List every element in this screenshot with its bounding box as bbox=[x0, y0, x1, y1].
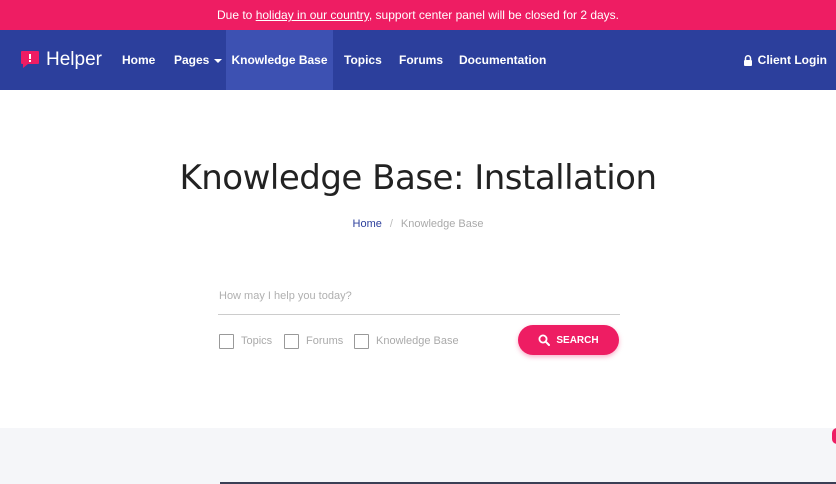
page-title: Knowledge Base: Installation bbox=[179, 158, 657, 198]
checkbox-box[interactable] bbox=[284, 333, 299, 349]
announcement-suffix: , support center panel will be closed fo… bbox=[368, 8, 620, 22]
speech-bubble-icon bbox=[21, 51, 39, 68]
chevron-down-icon bbox=[214, 58, 223, 63]
filter-knowledge-base-label: Knowledge Base bbox=[376, 335, 459, 347]
filter-topics-label: Topics bbox=[241, 335, 273, 347]
nav-pages-label: Pages bbox=[174, 53, 210, 67]
search-button-label: SEARCH bbox=[556, 334, 599, 346]
nav-topics[interactable]: Topics bbox=[344, 30, 382, 90]
filter-forums-checkbox[interactable]: Forums bbox=[284, 333, 343, 349]
client-login-link[interactable]: Client Login bbox=[743, 30, 827, 90]
nav-knowledge-base[interactable]: Knowledge Base bbox=[226, 30, 333, 90]
brand-name: Helper bbox=[46, 49, 102, 70]
brand-logo[interactable]: Helper bbox=[20, 30, 102, 90]
announcement-link[interactable]: holiday in our country bbox=[256, 8, 369, 22]
breadcrumb-separator: / bbox=[389, 218, 393, 230]
announcement-prefix: Due to bbox=[216, 8, 256, 22]
nav-documentation[interactable]: Documentation bbox=[459, 30, 546, 90]
filter-knowledge-base-checkbox[interactable]: Knowledge Base bbox=[354, 333, 459, 349]
main-navbar: Helper Home Pages Knowledge Base Topics … bbox=[0, 30, 836, 90]
filter-forums-label: Forums bbox=[306, 335, 344, 347]
nav-forums[interactable]: Forums bbox=[399, 30, 443, 90]
breadcrumb-current: Knowledge Base bbox=[400, 218, 484, 230]
floating-chat-button[interactable] bbox=[832, 428, 836, 444]
search-button[interactable]: SEARCH bbox=[518, 325, 619, 355]
filter-topics-checkbox[interactable]: Topics bbox=[219, 333, 272, 349]
checkbox-box[interactable] bbox=[219, 333, 234, 349]
checkbox-box[interactable] bbox=[354, 333, 369, 349]
search-icon bbox=[538, 334, 551, 346]
nav-home[interactable]: Home bbox=[122, 30, 155, 90]
breadcrumb-home[interactable]: Home bbox=[353, 218, 382, 230]
search-input[interactable] bbox=[218, 278, 620, 315]
breadcrumb: Home / Knowledge Base bbox=[0, 218, 836, 230]
lock-icon bbox=[743, 54, 752, 66]
announcement-bar: Due to holiday in our country, support c… bbox=[0, 0, 836, 30]
nav-pages[interactable]: Pages bbox=[174, 30, 223, 90]
lower-section bbox=[0, 428, 836, 484]
client-login-label: Client Login bbox=[757, 53, 827, 67]
